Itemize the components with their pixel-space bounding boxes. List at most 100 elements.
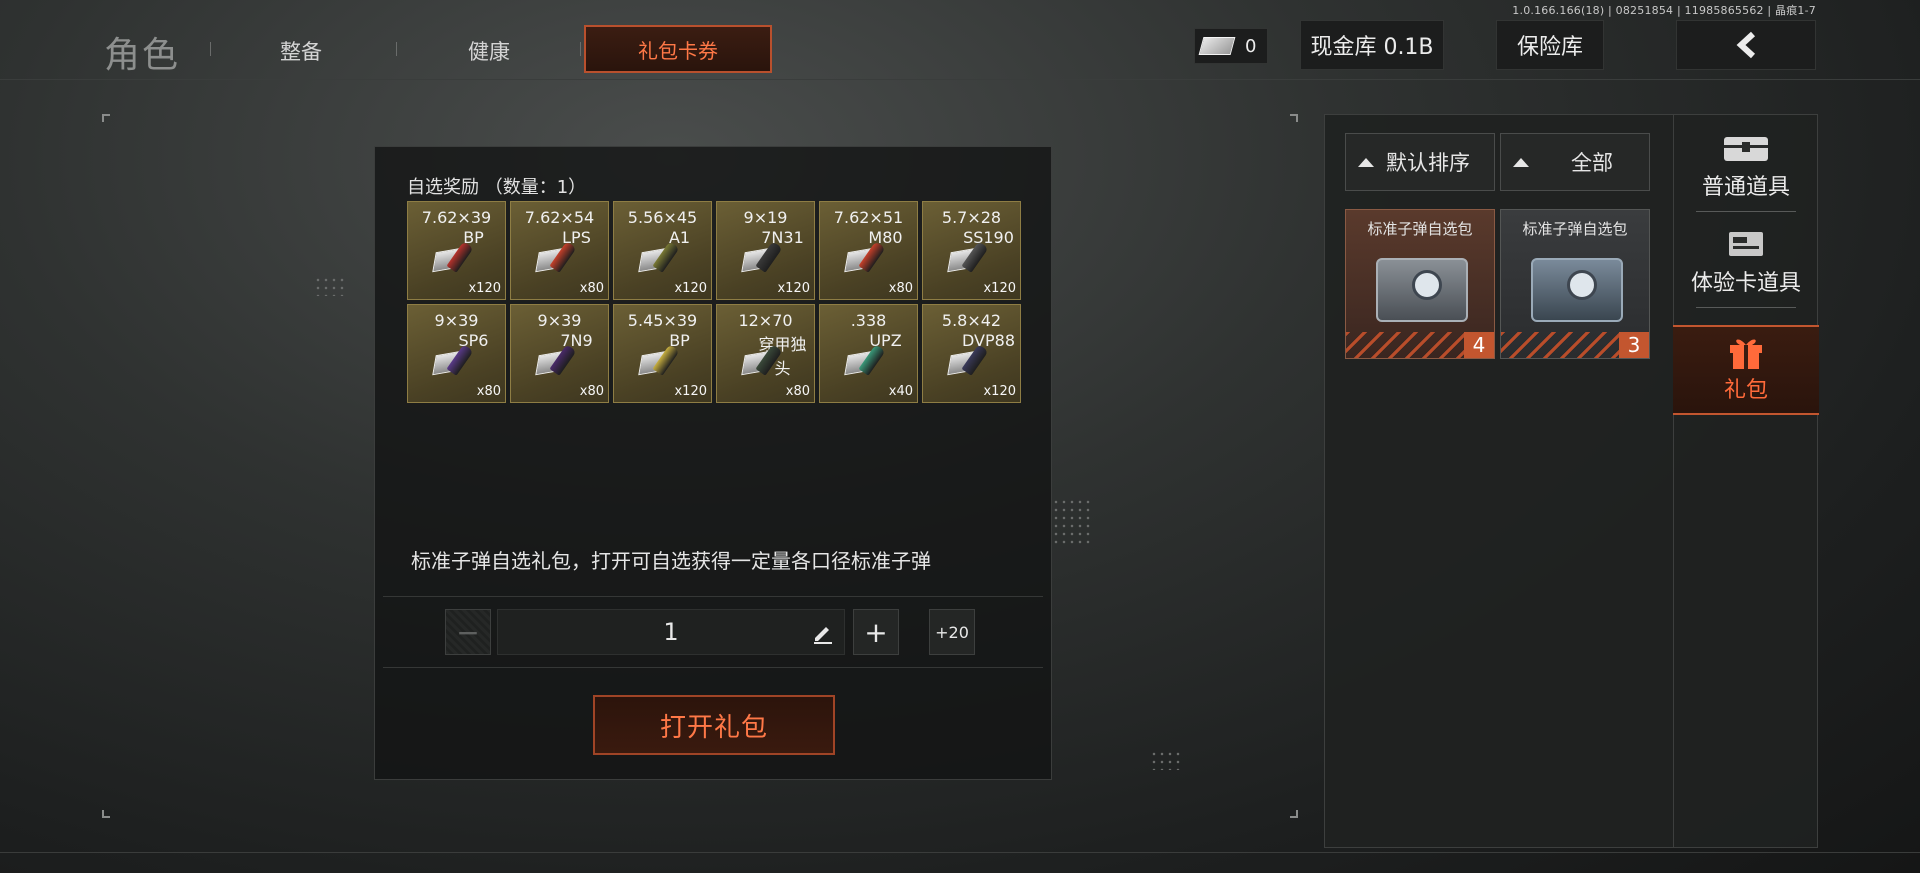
frame-corner bbox=[102, 810, 110, 818]
filter-dropdown[interactable]: 全部 bbox=[1500, 133, 1650, 191]
ammo-grid: 7.62×39 BP x120 7.62×54 LPS x80 5.56×45 A1 x120 9… bbox=[407, 201, 1021, 403]
ammo-item[interactable]: 9×39 SP6 x80 bbox=[407, 304, 506, 403]
ammo-caliber: 7.62×54 bbox=[524, 208, 595, 227]
back-button[interactable] bbox=[1676, 20, 1816, 70]
ammo-icon bbox=[844, 240, 890, 273]
ammo-quantity: x120 bbox=[468, 281, 501, 296]
category-label: 礼包 bbox=[1723, 378, 1768, 403]
ammo-quantity: x120 bbox=[983, 384, 1016, 399]
tab-separator bbox=[396, 42, 397, 56]
cash-counter[interactable]: 0 bbox=[1194, 28, 1268, 64]
footer-divider bbox=[0, 852, 1920, 853]
quantity-input[interactable]: 1 bbox=[497, 609, 845, 655]
decor-dots bbox=[1052, 498, 1092, 548]
ammo-icon bbox=[638, 343, 684, 376]
chevron-up-icon bbox=[1513, 157, 1529, 167]
divider bbox=[383, 667, 1043, 668]
ammo-caliber: 12×70 bbox=[738, 311, 793, 330]
chest-icon bbox=[1531, 258, 1623, 322]
tab-health[interactable]: 健康 bbox=[468, 36, 510, 66]
gift-card-count: 4 bbox=[1464, 332, 1494, 358]
gift-card[interactable]: 标准子弹自选包 3 bbox=[1500, 209, 1650, 359]
ammo-caliber: 7.62×51 bbox=[833, 208, 904, 227]
ammo-caliber: 7.62×39 bbox=[421, 208, 492, 227]
ammo-quantity: x80 bbox=[785, 384, 810, 399]
inventory-panel: 默认排序 全部 标准子弹自选包 4 标准子弹自选包 3 普通道具 体验卡道具 礼… bbox=[1324, 114, 1819, 848]
frame-corner bbox=[1290, 114, 1298, 122]
ammo-icon bbox=[844, 343, 890, 376]
ammo-caliber: 5.56×45 bbox=[627, 208, 698, 227]
open-gift-button[interactable]: 打开礼包 bbox=[593, 695, 835, 755]
edit-icon bbox=[814, 627, 832, 644]
ammo-caliber: 5.45×39 bbox=[627, 311, 698, 330]
ammo-quantity: x80 bbox=[579, 281, 604, 296]
gift-card[interactable]: 标准子弹自选包 4 bbox=[1345, 209, 1495, 359]
ammo-item[interactable]: 5.8×42 DVP88 x120 bbox=[922, 304, 1021, 403]
sort-dropdown[interactable]: 默认排序 bbox=[1345, 133, 1495, 191]
sort-label: 默认排序 bbox=[1386, 151, 1470, 175]
ammo-icon bbox=[947, 240, 993, 273]
ammo-item[interactable]: 5.45×39 BP x120 bbox=[613, 304, 712, 403]
ammo-item[interactable]: 7.62×39 BP x120 bbox=[407, 201, 506, 300]
ammo-item[interactable]: 5.7×28 SS190 x120 bbox=[922, 201, 1021, 300]
pack-description: 标准子弹自选礼包，打开可自选获得一定量各口径标准子弹 bbox=[411, 549, 931, 573]
reward-title: 自选奖励 （数量：1） bbox=[407, 177, 587, 198]
tab-gift-vouchers[interactable]: 礼包卡券 bbox=[584, 25, 772, 73]
ammo-quantity: x120 bbox=[777, 281, 810, 296]
ammo-caliber: 9×39 bbox=[537, 311, 582, 330]
ammo-caliber: 5.7×28 bbox=[941, 208, 1002, 227]
ammo-icon bbox=[535, 240, 581, 273]
card-icon bbox=[1722, 229, 1770, 259]
cash-vault-button[interactable]: 现金库 0.1B bbox=[1300, 20, 1444, 70]
ammo-icon bbox=[947, 343, 993, 376]
tab-equipment[interactable]: 整备 bbox=[280, 36, 322, 66]
ammo-item[interactable]: 9×39 7N9 x80 bbox=[510, 304, 609, 403]
plus-button[interactable]: + bbox=[853, 609, 899, 655]
ammo-icon bbox=[535, 343, 581, 376]
category-divider bbox=[1673, 115, 1674, 847]
gift-card-name: 标准子弹自选包 bbox=[1367, 220, 1473, 238]
ammo-icon bbox=[432, 240, 478, 273]
cash-icon bbox=[1198, 37, 1236, 55]
gift-card-name: 标准子弹自选包 bbox=[1522, 220, 1628, 238]
category-normal-items[interactable]: 普通道具 bbox=[1673, 133, 1819, 212]
frame-corner bbox=[102, 114, 110, 122]
divider bbox=[1696, 307, 1796, 308]
tab-separator bbox=[580, 42, 581, 56]
ammo-item[interactable]: 9×19 7N31 x120 bbox=[716, 201, 815, 300]
ammo-quantity: x120 bbox=[674, 384, 707, 399]
ammo-icon bbox=[638, 240, 684, 273]
tab-character[interactable]: 角色 bbox=[104, 26, 180, 78]
reward-panel: 自选奖励 （数量：1） 7.62×39 BP x120 7.62×54 LPS x80 5.… bbox=[374, 146, 1052, 780]
ammo-caliber: 9×19 bbox=[743, 208, 788, 227]
ammo-icon bbox=[432, 343, 478, 376]
category-label: 体验卡道具 bbox=[1690, 271, 1801, 296]
gift-icon bbox=[1722, 336, 1770, 369]
cash-count: 0 bbox=[1245, 35, 1257, 57]
category-trial-card-items[interactable]: 体验卡道具 bbox=[1673, 229, 1819, 308]
ammo-item[interactable]: .338 UPZ x40 bbox=[819, 304, 918, 403]
quantity-stepper: − 1 + +20 bbox=[445, 609, 975, 655]
ammo-item[interactable]: 7.62×51 M80 x80 bbox=[819, 201, 918, 300]
ammo-caliber: 9×39 bbox=[434, 311, 479, 330]
category-gift-pack[interactable]: 礼包 bbox=[1673, 325, 1819, 415]
ammo-caliber: .338 bbox=[850, 311, 887, 330]
frame-corner bbox=[1290, 810, 1298, 818]
category-label: 普通道具 bbox=[1701, 175, 1790, 200]
decor-dots bbox=[1150, 750, 1180, 770]
back-arrow-icon bbox=[1736, 31, 1756, 59]
chevron-up-icon bbox=[1358, 157, 1374, 167]
ammo-item[interactable]: 7.62×54 LPS x80 bbox=[510, 201, 609, 300]
ammo-quantity: x120 bbox=[983, 281, 1016, 296]
ammo-item[interactable]: 5.56×45 A1 x120 bbox=[613, 201, 712, 300]
ammo-quantity: x120 bbox=[674, 281, 707, 296]
ammo-item[interactable]: 12×70 穿甲独头 x80 bbox=[716, 304, 815, 403]
gift-card-count: 3 bbox=[1619, 332, 1649, 358]
ammo-quantity: x80 bbox=[476, 384, 501, 399]
plus20-button[interactable]: +20 bbox=[929, 609, 975, 655]
top-bar: 角色 整备 健康 礼包卡券 0 现金库 0.1B 保险库 bbox=[0, 0, 1920, 80]
ammo-icon bbox=[741, 343, 787, 376]
minus-button[interactable]: − bbox=[445, 609, 491, 655]
safe-button[interactable]: 保险库 bbox=[1496, 20, 1604, 70]
ammo-icon bbox=[741, 240, 787, 273]
